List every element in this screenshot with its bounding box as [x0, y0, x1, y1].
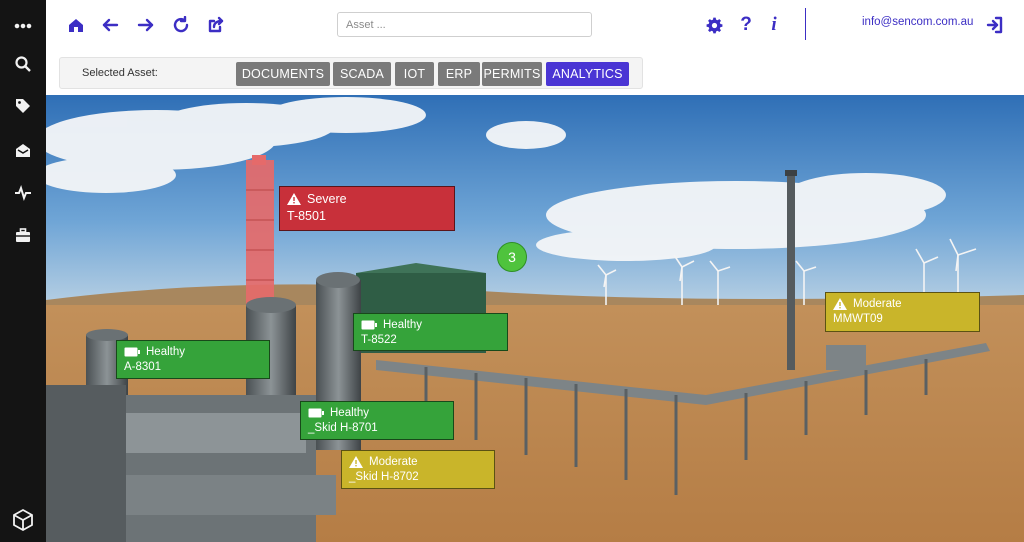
- back-arrow-icon[interactable]: [98, 13, 122, 37]
- share-icon[interactable]: [204, 13, 228, 37]
- tab-permits[interactable]: PERMITS: [482, 62, 542, 86]
- sidebar: [0, 0, 46, 542]
- user-email-link[interactable]: info@sencom.com.au: [862, 16, 973, 28]
- tab-iot[interactable]: IOT: [395, 62, 434, 86]
- help-icon[interactable]: ?: [734, 13, 758, 37]
- logout-icon[interactable]: [982, 13, 1006, 37]
- 3d-plant-viewport[interactable]: Severe T-8501 3 Healthy T-8522 Healthy A…: [46, 95, 1024, 542]
- more-icon[interactable]: [11, 14, 35, 38]
- selected-asset-bar: Selected Asset: DOCUMENTS SCADA IOT ERP …: [59, 57, 643, 89]
- refresh-icon[interactable]: [169, 13, 193, 37]
- gear-icon[interactable]: [702, 13, 726, 37]
- help-label: ?: [740, 14, 752, 35]
- battery-icon: [361, 320, 377, 330]
- asset-tag-a8301[interactable]: Healthy A-8301: [116, 340, 270, 379]
- asset-tag-t8501[interactable]: Severe T-8501: [279, 186, 455, 231]
- tag-status: Severe: [307, 192, 347, 206]
- tag-asset-name: MMWT09: [833, 313, 883, 325]
- battery-icon: [124, 347, 140, 357]
- tag-asset-name: _Skid H-8702: [349, 471, 419, 483]
- tab-analytics[interactable]: ANALYTICS: [546, 62, 629, 86]
- cluster-count-badge[interactable]: 3: [497, 242, 527, 272]
- inbox-icon[interactable]: [11, 138, 35, 162]
- asset-tag-mmwt09[interactable]: Moderate MMWT09: [825, 292, 980, 332]
- forward-arrow-icon[interactable]: [134, 13, 158, 37]
- asset-search-input[interactable]: [337, 12, 592, 37]
- tag-status: Moderate: [853, 298, 902, 310]
- tag-status: Healthy: [330, 407, 369, 419]
- info-icon[interactable]: i: [762, 13, 786, 37]
- tag-asset-name: T-8501: [287, 209, 326, 223]
- warning-icon: [833, 298, 847, 310]
- pulse-icon[interactable]: [11, 181, 35, 205]
- top-toolbar: ? i info@sencom.com.au: [46, 0, 1024, 52]
- tab-scada[interactable]: SCADA: [333, 62, 391, 86]
- asset-tag-skid-h8701[interactable]: Healthy _Skid H-8701: [300, 401, 454, 440]
- tag-asset-name: _Skid H-8701: [308, 422, 378, 434]
- tab-erp[interactable]: ERP: [438, 62, 480, 86]
- tag-status: Moderate: [369, 456, 418, 468]
- asset-tag-skid-h8702[interactable]: Moderate _Skid H-8702: [341, 450, 495, 489]
- warning-icon: [349, 456, 363, 468]
- tab-documents[interactable]: DOCUMENTS: [236, 62, 330, 86]
- tag-icon[interactable]: [11, 94, 35, 118]
- selected-asset-label: Selected Asset:: [82, 67, 158, 79]
- toolbar-divider: [805, 8, 806, 40]
- tag-status: Healthy: [383, 319, 422, 331]
- battery-icon: [308, 408, 324, 418]
- asset-tag-t8522[interactable]: Healthy T-8522: [353, 313, 508, 351]
- info-label: i: [771, 14, 777, 35]
- tag-asset-name: A-8301: [124, 361, 162, 373]
- warning-icon: [287, 193, 301, 205]
- toolbox-icon[interactable]: [11, 223, 35, 247]
- home-icon[interactable]: [64, 13, 88, 37]
- cube-logo-icon[interactable]: [9, 506, 37, 534]
- search-icon[interactable]: [11, 52, 35, 76]
- tag-status: Healthy: [146, 346, 185, 358]
- tag-asset-name: T-8522: [361, 334, 397, 346]
